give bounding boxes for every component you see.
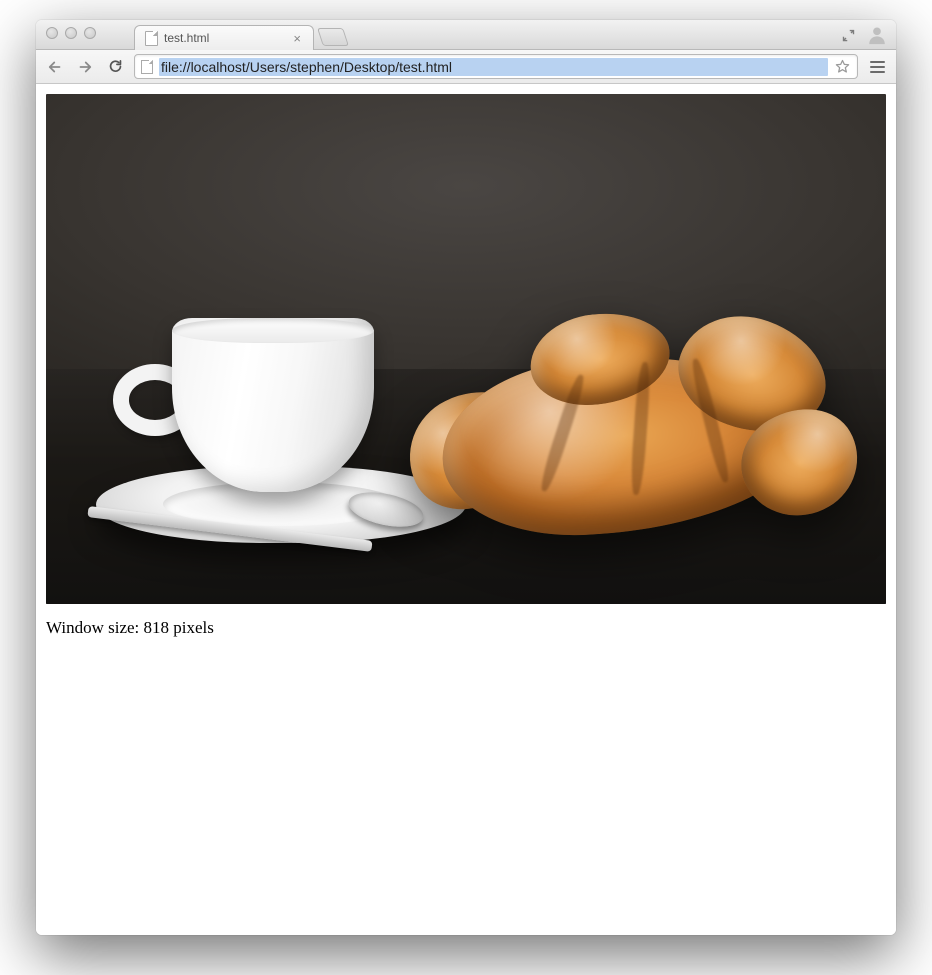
toolbar: file://localhost/Users/stephen/Desktop/t…	[36, 50, 896, 84]
menu-icon-bar	[870, 61, 885, 63]
file-icon	[145, 31, 158, 46]
menu-icon-bar	[870, 66, 885, 68]
window-close-button[interactable]	[46, 27, 58, 39]
titlebar: test.html ×	[36, 20, 896, 50]
hero-image	[46, 94, 886, 604]
back-button[interactable]	[44, 56, 66, 78]
tab-close-button[interactable]: ×	[293, 32, 301, 45]
menu-icon-bar	[870, 71, 885, 73]
window-controls	[46, 27, 96, 39]
url-text[interactable]: file://localhost/Users/stephen/Desktop/t…	[159, 58, 828, 76]
tab-strip: test.html ×	[134, 20, 346, 49]
window-size-caption: Window size: 818 pixels	[46, 618, 886, 638]
image-croissant	[407, 293, 844, 558]
fullscreen-icon[interactable]	[841, 28, 856, 43]
bookmark-star-icon[interactable]	[834, 58, 851, 75]
browser-tab[interactable]: test.html ×	[134, 25, 314, 50]
page-icon	[141, 60, 153, 74]
titlebar-right-controls	[841, 24, 888, 46]
window-zoom-button[interactable]	[84, 27, 96, 39]
tab-title: test.html	[164, 31, 209, 45]
forward-button[interactable]	[74, 56, 96, 78]
address-bar[interactable]: file://localhost/Users/stephen/Desktop/t…	[134, 54, 858, 79]
window-minimize-button[interactable]	[65, 27, 77, 39]
browser-window: test.html ×	[36, 20, 896, 935]
page-content: Window size: 818 pixels	[36, 84, 896, 935]
menu-button[interactable]	[866, 56, 888, 78]
reload-button[interactable]	[104, 56, 126, 78]
profile-avatar-icon[interactable]	[866, 24, 888, 46]
new-tab-button[interactable]	[317, 28, 349, 46]
